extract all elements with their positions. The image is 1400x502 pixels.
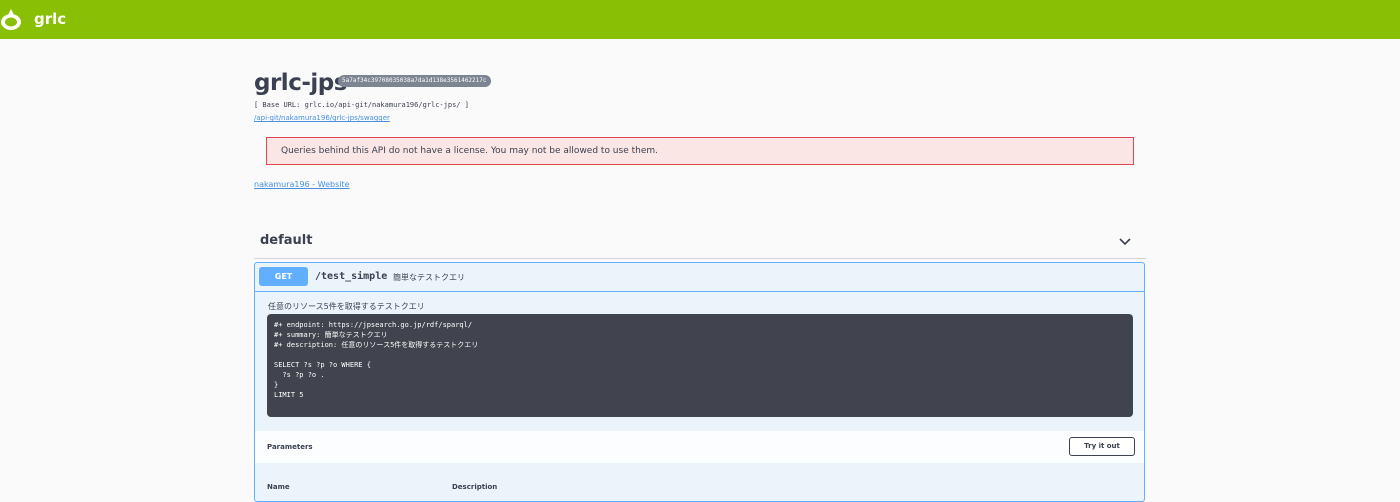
tag-section-header[interactable]: default bbox=[254, 226, 1146, 259]
parameters-header: Parameters Try it out bbox=[255, 431, 1144, 463]
grlc-logo-icon[interactable] bbox=[0, 7, 26, 31]
base-url: [ Base URL: grlc.io/api-git/nakamura196/… bbox=[254, 101, 469, 109]
license-warning-box: Queries behind this API do not have a li… bbox=[266, 137, 1134, 165]
column-header-name: Name bbox=[267, 483, 290, 491]
operation-summary[interactable]: GET /test_simple 簡単なテストクエリ bbox=[255, 263, 1144, 292]
api-title: grlc-jps bbox=[254, 70, 347, 96]
operation-block: GET /test_simple 簡単なテストクエリ 任意のリソース5件を取得す… bbox=[254, 262, 1145, 502]
operation-description: 任意のリソース5件を取得するテストクエリ bbox=[268, 302, 425, 311]
method-badge: GET bbox=[259, 267, 308, 286]
brand-name[interactable]: grlc bbox=[34, 10, 66, 28]
website-link[interactable]: nakamura196 - Website bbox=[254, 180, 350, 189]
column-header-description: Description bbox=[452, 483, 498, 491]
operation-summary-text: 簡単なテストクエリ bbox=[393, 273, 465, 282]
tag-name: default bbox=[260, 233, 313, 248]
version-badge: 5a7af34c39708035038a7da1d138e3561462217c bbox=[338, 75, 491, 87]
query-code: #+ endpoint: https://jpsearch.go.jp/rdf/… bbox=[274, 321, 479, 399]
chevron-down-icon[interactable] bbox=[1118, 234, 1132, 248]
try-it-out-button[interactable]: Try it out bbox=[1069, 437, 1135, 456]
query-code-block: #+ endpoint: https://jpsearch.go.jp/rdf/… bbox=[267, 314, 1133, 417]
operation-path: /test_simple bbox=[315, 271, 388, 282]
top-bar: grlc bbox=[0, 0, 1400, 39]
parameters-title: Parameters bbox=[267, 443, 313, 451]
swagger-link[interactable]: /api-git/nakamura196/grlc-jps/swagger bbox=[254, 114, 390, 122]
license-warning-text: Queries behind this API do not have a li… bbox=[281, 146, 658, 156]
